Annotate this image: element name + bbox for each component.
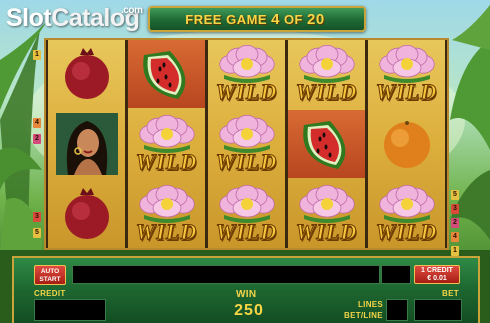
pomegranate-icon xyxy=(64,48,109,99)
wild-label: WILD xyxy=(375,79,438,105)
payline-marker: 1 xyxy=(451,246,459,256)
payline-marker: 4 xyxy=(33,118,41,128)
watermelon-icon xyxy=(142,51,185,99)
reel-cell: WILD xyxy=(208,180,285,248)
wild-label: WILD xyxy=(375,219,438,245)
payline-marker: 2 xyxy=(33,134,41,144)
credit-label: CREDIT xyxy=(34,289,66,298)
credit-display xyxy=(34,299,106,321)
free-game-of: OF xyxy=(283,11,303,27)
orange-icon xyxy=(383,121,430,168)
reel-5: WILD WILD xyxy=(368,40,445,248)
reel-cell: WILD xyxy=(288,180,365,248)
wild-label: WILD xyxy=(295,219,358,245)
watermelon-icon xyxy=(302,121,345,169)
control-panel: AUTO START 1 CREDIT € 0.01 CREDIT WIN 25… xyxy=(12,256,480,323)
reel-cell: WILD xyxy=(208,40,285,108)
free-game-total: 20 xyxy=(307,10,325,28)
reel-cell: WILD xyxy=(128,180,205,248)
wild-label: WILD xyxy=(215,79,278,105)
wild-label: WILD xyxy=(135,219,198,245)
win-value: 250 xyxy=(234,302,264,319)
reel-cell xyxy=(288,110,365,178)
bet-display xyxy=(414,299,462,321)
payline-marker: 3 xyxy=(33,212,41,222)
auto-start-line1: AUTO xyxy=(40,268,60,275)
reel-grid: WILD WILD WILD WILD WILD WILD WILD WILD WILD xyxy=(44,38,449,250)
pomegranate-icon xyxy=(64,188,109,239)
lines-display xyxy=(386,299,408,321)
wild-label: WILD xyxy=(135,149,198,175)
watermark-slot: Slot xyxy=(6,4,52,32)
payline-marker: 5 xyxy=(33,228,41,238)
message-display xyxy=(72,265,380,284)
free-game-banner: FREE GAME 4 OF 20 xyxy=(148,6,366,32)
win-label: WIN xyxy=(236,289,257,300)
bet-label: BET xyxy=(442,289,459,298)
payline-marker: 4 xyxy=(451,232,459,242)
auto-start-button[interactable]: AUTO START xyxy=(34,265,66,285)
free-game-current: 4 xyxy=(271,10,280,28)
reel-cell: WILD xyxy=(368,180,445,248)
watermark-com: .com xyxy=(121,5,143,16)
reel-cell: WILD xyxy=(368,40,445,108)
reel-cell xyxy=(48,110,125,178)
bet-line-label: BET/LINE xyxy=(344,311,383,320)
reel-4: WILD WILD xyxy=(288,40,365,248)
wild-label: WILD xyxy=(295,79,358,105)
auto-start-line2: START xyxy=(39,276,61,283)
credit-value-line2: € 0.01 xyxy=(427,275,447,282)
reel-cell: WILD xyxy=(128,110,205,178)
free-game-prefix: FREE GAME xyxy=(185,11,268,27)
payline-marker: 3 xyxy=(451,204,459,214)
reel-cell xyxy=(368,110,445,178)
reel-cell: WILD xyxy=(208,110,285,178)
reel-3: WILD WILD WILD xyxy=(208,40,285,248)
reel-cell: WILD xyxy=(288,40,365,108)
wild-label: WILD xyxy=(215,219,278,245)
reel-1 xyxy=(48,40,125,248)
credit-value-line1: 1 CREDIT xyxy=(421,267,453,274)
wild-label: WILD xyxy=(215,149,278,175)
reel-cell xyxy=(128,40,205,108)
credit-value-button[interactable]: 1 CREDIT € 0.01 xyxy=(414,265,460,284)
woman-portrait-icon xyxy=(55,113,118,175)
payline-marker: 5 xyxy=(451,190,459,200)
gamble-display xyxy=(381,265,411,284)
reel-cell xyxy=(48,180,125,248)
lines-label: LINES xyxy=(358,300,384,309)
reel-cell xyxy=(48,40,125,108)
reel-2: WILD WILD xyxy=(128,40,205,248)
payline-marker: 2 xyxy=(451,218,459,228)
slotcatalog-watermark: SlotCatalog .com xyxy=(6,4,143,38)
payline-marker: 1 xyxy=(33,50,41,60)
